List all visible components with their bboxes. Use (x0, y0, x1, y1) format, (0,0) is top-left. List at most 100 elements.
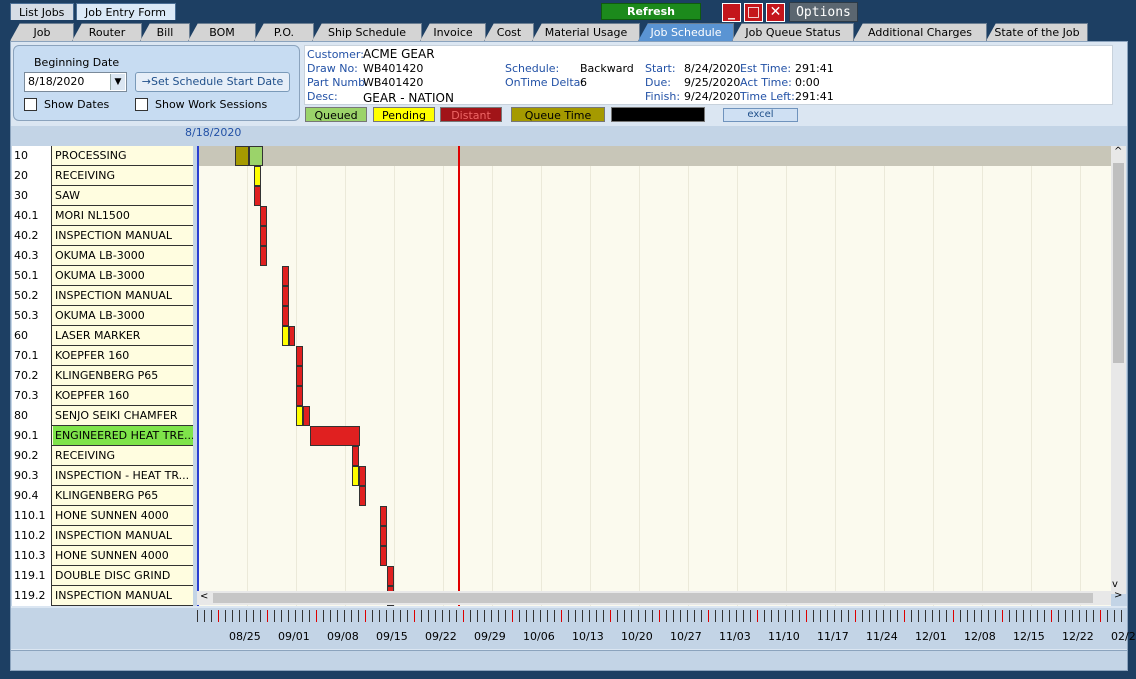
timeline-label: 12/08 (964, 630, 996, 643)
operation-row[interactable]: 50.2 INSPECTION MANUAL (12, 286, 193, 306)
operation-row[interactable]: 90.3 INSPECTION - HEAT TR... (12, 466, 193, 486)
scroll-left-icon[interactable]: < (200, 591, 208, 602)
schedule-bar[interactable] (380, 546, 387, 566)
schedule-bar[interactable] (352, 446, 359, 466)
act-time-value: 0:00 (795, 76, 820, 89)
timeline-tick (946, 610, 947, 622)
tab-list-jobs[interactable]: List Jobs (10, 3, 74, 20)
timeline-tick (393, 610, 394, 622)
tab-p-o[interactable]: P.O. (254, 23, 314, 41)
operation-row[interactable]: 70.1 KOEPFER 160 (12, 346, 193, 366)
operation-row[interactable]: 119.1 DOUBLE DISC GRIND (12, 566, 193, 586)
tab-job-entry-form[interactable]: Job Entry Form (76, 3, 176, 20)
operation-row[interactable]: 30 SAW (12, 186, 193, 206)
operation-row[interactable]: 40.1 MORI NL1500 (12, 206, 193, 226)
operation-row[interactable]: 90.4 KLINGENBERG P65 (12, 486, 193, 506)
operation-row[interactable]: 20 RECEIVING (12, 166, 193, 186)
time-left-value: 291:41 (795, 90, 834, 103)
schedule-bar[interactable] (260, 226, 267, 246)
operation-row[interactable]: 80 SENJO SEIKI CHAMFER (12, 406, 193, 426)
schedule-bar[interactable] (387, 566, 394, 586)
refresh-button[interactable]: Refresh (601, 3, 701, 20)
scroll-down-icon[interactable]: v (1112, 579, 1118, 590)
schedule-bar[interactable] (296, 386, 303, 406)
schedule-bar[interactable] (359, 486, 366, 506)
set-schedule-start-button[interactable]: →Set Schedule Start Date (135, 72, 290, 92)
operation-row[interactable]: 60 LASER MARKER (12, 326, 193, 346)
scroll-right-icon[interactable]: > (1114, 590, 1122, 601)
schedule-bar[interactable] (254, 186, 261, 206)
schedule-bar[interactable] (352, 466, 359, 486)
tab-invoice[interactable]: Invoice (420, 23, 486, 41)
tab-ship-schedule[interactable]: Ship Schedule (312, 23, 422, 41)
tab-bill[interactable]: Bill (140, 23, 190, 41)
tab-material-usage[interactable]: Material Usage (532, 23, 640, 41)
scroll-up-icon[interactable]: ^ (1114, 146, 1122, 157)
schedule-bar[interactable] (296, 406, 303, 426)
schedule-bar[interactable] (380, 506, 387, 526)
operation-row[interactable]: 90.1 ENGINEERED HEAT TRE... (12, 426, 193, 446)
schedule-bar[interactable] (289, 326, 295, 346)
schedule-bar[interactable] (254, 166, 261, 186)
schedule-bar[interactable] (296, 366, 303, 386)
schedule-bar[interactable] (282, 266, 289, 286)
timeline-tick (547, 610, 548, 622)
grid-line (247, 146, 248, 606)
beginning-date-input[interactable]: 8/18/2020 ▼ (24, 72, 127, 92)
horizontal-scrollbar[interactable]: < (197, 591, 1111, 605)
timeline-tick (729, 610, 730, 622)
schedule-bar[interactable] (260, 246, 267, 266)
tab-bom[interactable]: BOM (188, 23, 256, 41)
timeline-tick (869, 610, 870, 622)
operation-row[interactable]: 50.1 OKUMA LB-3000 (12, 266, 193, 286)
schedule-bar[interactable] (260, 206, 267, 226)
schedule-bar[interactable] (310, 426, 360, 446)
operation-row[interactable]: 70.3 KOEPFER 160 (12, 386, 193, 406)
schedule-bar[interactable] (303, 406, 310, 426)
show-dates-checkbox[interactable] (24, 98, 37, 111)
operation-row[interactable]: 10 PROCESSING (12, 146, 193, 166)
tab-cost[interactable]: Cost (484, 23, 534, 41)
timeline-tick (519, 610, 520, 622)
vertical-scroll-thumb[interactable] (1113, 163, 1124, 363)
timeline-tick (323, 610, 324, 622)
draw-value: WB401420 (363, 62, 424, 75)
tab-job-schedule[interactable]: Job Schedule (638, 23, 734, 41)
operation-row[interactable]: 40.2 INSPECTION MANUAL (12, 226, 193, 246)
gantt-chart[interactable] (197, 146, 1111, 606)
operation-row[interactable]: 50.3 OKUMA LB-3000 (12, 306, 193, 326)
show-work-sessions-checkbox[interactable] (135, 98, 148, 111)
schedule-bar[interactable] (249, 146, 263, 166)
operation-row[interactable]: 110.1 HONE SUNNEN 4000 (12, 506, 193, 526)
horizontal-scroll-thumb[interactable] (213, 593, 1093, 603)
schedule-bar[interactable] (235, 146, 249, 166)
minimize-icon[interactable]: _ (722, 3, 741, 22)
operation-row[interactable]: 70.2 KLINGENBERG P65 (12, 366, 193, 386)
schedule-bar[interactable] (282, 326, 289, 346)
schedule-bar[interactable] (359, 466, 366, 486)
options-button[interactable]: Options (789, 2, 858, 22)
schedule-bar[interactable] (380, 526, 387, 546)
close-icon[interactable]: ✕ (766, 3, 785, 22)
operation-number: 70.1 (12, 346, 52, 366)
chevron-down-icon[interactable]: ▼ (110, 74, 125, 90)
operation-row[interactable]: 119.2 INSPECTION MANUAL (12, 586, 193, 606)
tab-additional-charges[interactable]: Additional Charges (853, 23, 987, 41)
schedule-bar[interactable] (296, 346, 303, 366)
operation-row[interactable]: 110.2 INSPECTION MANUAL (12, 526, 193, 546)
operation-row[interactable]: 40.3 OKUMA LB-3000 (12, 246, 193, 266)
tab-state-of-the-job[interactable]: State of the Job (986, 23, 1088, 41)
vertical-scrollbar[interactable]: ^ v (1111, 146, 1126, 594)
operation-row[interactable]: 110.3 HONE SUNNEN 4000 (12, 546, 193, 566)
legend-queue-time: Queue Time (511, 107, 605, 122)
customer-label: Customer: (307, 48, 364, 61)
tab-job-queue-status[interactable]: Job Queue Status (732, 23, 854, 41)
tab-job[interactable]: Job (10, 23, 74, 41)
operation-row[interactable]: 90.2 RECEIVING (12, 446, 193, 466)
tab-router[interactable]: Router (72, 23, 142, 41)
excel-button[interactable]: excel (723, 108, 798, 122)
schedule-bar[interactable] (282, 286, 289, 306)
maximize-icon[interactable]: □ (744, 3, 763, 22)
schedule-bar[interactable] (282, 306, 289, 326)
timeline-tick (274, 610, 275, 622)
